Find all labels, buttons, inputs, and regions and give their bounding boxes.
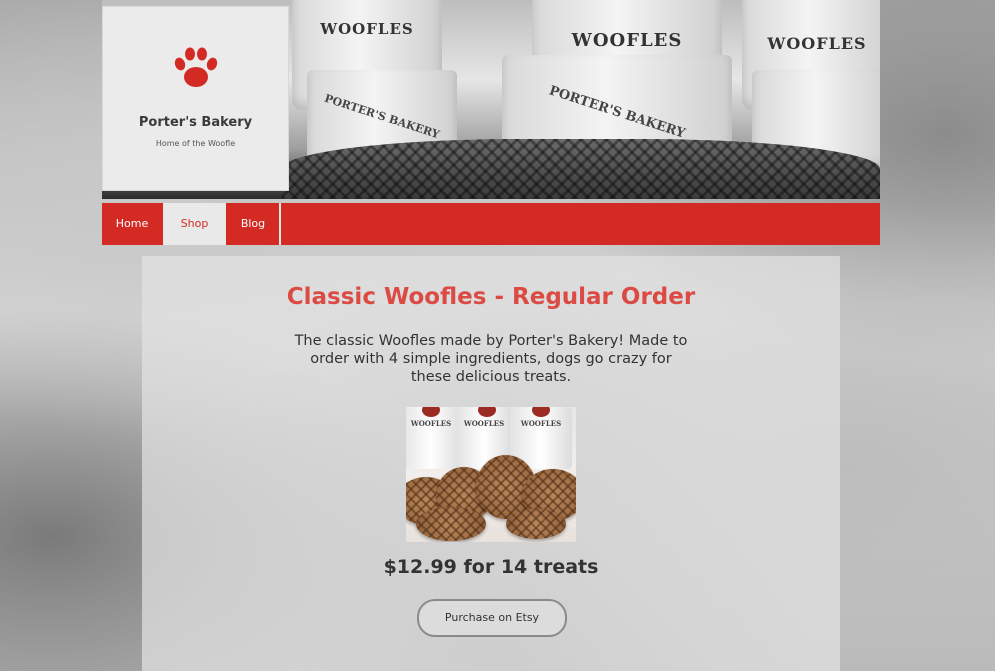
product-cup-label: WOOFLES: [410, 419, 452, 428]
banner-cup-brand: PORTER'S BAKERY: [322, 91, 442, 142]
nav-divider: [279, 203, 281, 245]
nav-item-home[interactable]: Home: [102, 203, 162, 245]
banner-cup-label: WOOFLES: [767, 34, 867, 53]
product-price-line: $12.99 for 14 treats: [142, 556, 840, 578]
nav-item-blog[interactable]: Blog: [226, 203, 280, 245]
main-nav: Home Shop Blog: [102, 203, 880, 245]
waffle-treat: [416, 507, 486, 541]
banner-cup-label: WOOFLES: [571, 30, 683, 51]
product-cup-label: WOOFLES: [463, 419, 505, 428]
product-cup: WOOFLES: [406, 407, 462, 469]
banner-treats: [282, 139, 880, 199]
logo-tagline: Home of the Woofle: [155, 139, 236, 148]
product-price: $12.99: [383, 556, 457, 578]
paw-icon: [174, 47, 218, 87]
banner-cup-label: WOOFLES: [320, 20, 414, 38]
product-description: The classic Woofles made by Porter's Bak…: [294, 333, 688, 385]
site-logo[interactable]: Porter's Bakery Home of the Woofle: [102, 6, 289, 191]
nav-item-shop[interactable]: Shop: [163, 203, 226, 245]
logo-title: Porter's Bakery: [138, 115, 253, 130]
product-quantity: for 14 treats: [463, 556, 599, 578]
product-cup-label: WOOFLES: [520, 419, 562, 428]
waffle-treat: [506, 509, 566, 539]
product-title: Classic Woofles - Regular Order: [286, 284, 696, 310]
product-panel: Classic Woofles - Regular Order The clas…: [142, 256, 840, 671]
product-image[interactable]: WOOFLES WOOFLES WOOFLES: [406, 407, 576, 542]
purchase-button[interactable]: Purchase on Etsy: [417, 599, 567, 637]
